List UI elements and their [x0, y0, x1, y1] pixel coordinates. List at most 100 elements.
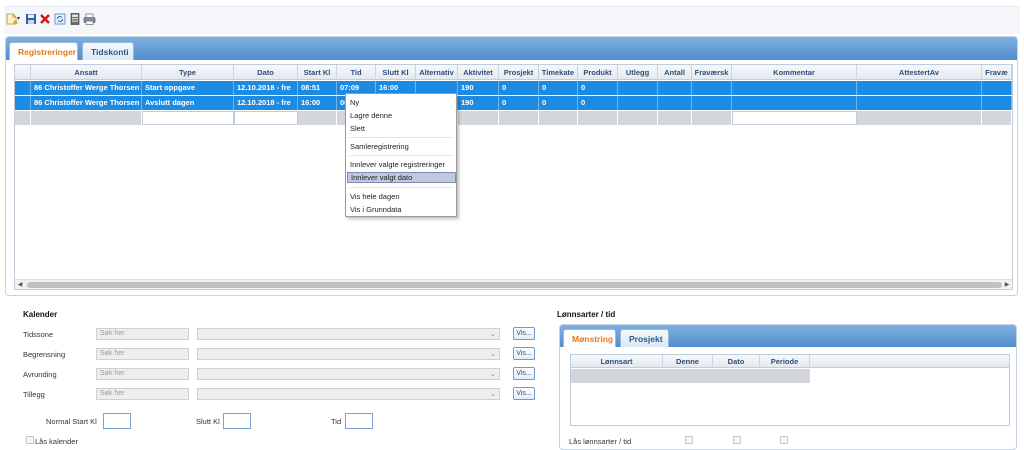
col-prosjekt[interactable]: Prosjekt	[499, 65, 539, 80]
cell-ansatt[interactable]: 86 Christoffer Werge Thorsen	[31, 96, 142, 110]
begrensning-vis-button[interactable]: Vis...	[513, 347, 535, 360]
col-start-kl[interactable]: Start Kl	[298, 65, 337, 80]
new-cell-prosjekt[interactable]	[499, 111, 539, 125]
new-cell-timekate[interactable]	[539, 111, 578, 125]
col-denne[interactable]: Denne	[663, 355, 713, 368]
menu-item-innlever-valgte[interactable]: Innlever valgte registreringer	[347, 159, 456, 170]
cell-start-kl[interactable]: 08:51	[298, 81, 337, 95]
col-antall[interactable]: Antall	[658, 65, 692, 80]
scroll-right-icon[interactable]: ▶	[1002, 280, 1012, 290]
normal-start-input[interactable]	[103, 413, 131, 429]
tab-registreringer[interactable]: Registreringer	[9, 42, 78, 60]
menu-item-innlever-valgt-dato[interactable]: Innlever valgt dato	[347, 172, 456, 183]
new-cell-start-kl[interactable]	[298, 111, 337, 125]
begrensning-select[interactable]: ⌄	[197, 348, 500, 360]
tillegg-vis-button[interactable]: Vis...	[513, 387, 535, 400]
tab-prosjekt[interactable]: Prosjekt	[620, 329, 669, 347]
lock-dato-checkbox[interactable]	[733, 436, 741, 444]
cell-kommentar[interactable]	[732, 81, 857, 95]
col-periode[interactable]: Periode	[760, 355, 810, 368]
cell-timekate[interactable]: 0	[539, 96, 578, 110]
menu-item-vis-i-grunndata[interactable]: Vis i Grunndata	[347, 204, 456, 215]
new-cell-fravaersk[interactable]	[692, 111, 732, 125]
slutt-kl-input[interactable]	[223, 413, 251, 429]
cell-kommentar[interactable]	[732, 96, 857, 110]
new-cell-ansatt[interactable]	[31, 111, 142, 125]
cell-aktivitet[interactable]: 190	[458, 81, 499, 95]
lock-periode-checkbox[interactable]	[780, 436, 788, 444]
col-timekate[interactable]: Timekate	[539, 65, 578, 80]
tidssone-search-input[interactable]: Søk her	[96, 328, 189, 340]
new-cell-fravae[interactable]	[982, 111, 1012, 125]
col-dato[interactable]: Dato	[713, 355, 760, 368]
col-alternativ[interactable]: Alternativ	[416, 65, 458, 80]
tab-tidskonti[interactable]: Tidskonti	[82, 42, 134, 60]
avrunding-search-input[interactable]: Søk her	[96, 368, 189, 380]
col-fravae[interactable]: Fravæ	[982, 65, 1012, 80]
menu-item-samleregistrering[interactable]: Samleregistrering	[347, 141, 456, 152]
cell-utlegg[interactable]	[618, 96, 658, 110]
new-cell-kommentar[interactable]	[732, 111, 857, 125]
lonnsarter-new-row[interactable]	[571, 369, 810, 383]
avrunding-select[interactable]: ⌄	[197, 368, 500, 380]
menu-item-vis-hele-dagen[interactable]: Vis hele dagen	[347, 191, 456, 202]
tab-monstring[interactable]: Mønstring	[563, 329, 616, 347]
cell-prosjekt[interactable]: 0	[499, 81, 539, 95]
tidssone-select[interactable]: ⌄	[197, 328, 500, 340]
row-selector[interactable]	[15, 111, 31, 125]
menu-item-ny[interactable]: Ny	[347, 97, 456, 108]
new-cell-utlegg[interactable]	[618, 111, 658, 125]
col-utlegg[interactable]: Utlegg	[618, 65, 658, 80]
row-selector[interactable]	[15, 96, 31, 110]
tidssone-vis-button[interactable]: Vis...	[513, 327, 535, 340]
tid-input[interactable]	[345, 413, 373, 429]
calculator-icon[interactable]	[69, 13, 80, 25]
cell-start-kl[interactable]: 16:00	[298, 96, 337, 110]
cell-attestertav[interactable]	[857, 81, 982, 95]
cell-dato[interactable]: 12.10.2018 - fre	[234, 81, 298, 95]
grid-horizontal-scrollbar[interactable]: ◀ ▶	[15, 279, 1012, 289]
cell-fravaersk[interactable]	[692, 81, 732, 95]
cell-antall[interactable]	[658, 96, 692, 110]
new-cell-type[interactable]	[142, 111, 234, 125]
new-cell-dato[interactable]	[234, 111, 298, 125]
col-type[interactable]: Type	[142, 65, 234, 80]
print-icon[interactable]	[83, 13, 96, 25]
tillegg-search-input[interactable]: Søk her	[96, 388, 189, 400]
new-cell-attestertav[interactable]	[857, 111, 982, 125]
cell-aktivitet[interactable]: 190	[458, 96, 499, 110]
cell-fravae[interactable]	[982, 81, 1012, 95]
begrensning-search-input[interactable]: Søk her	[96, 348, 189, 360]
col-tid[interactable]: Tid	[337, 65, 376, 80]
table-row[interactable]: 86 Christoffer Werge Thorsen Start oppga…	[15, 81, 1012, 95]
menu-item-slett[interactable]: Slett	[347, 123, 456, 134]
col-aktivitet[interactable]: Aktivitet	[458, 65, 499, 80]
col-kommentar[interactable]: Kommentar	[732, 65, 857, 80]
cell-antall[interactable]	[658, 81, 692, 95]
menu-item-lagre-denne[interactable]: Lagre denne	[347, 110, 456, 121]
cell-type[interactable]: Avslutt dagen	[142, 96, 234, 110]
new-cell-produkt[interactable]	[578, 111, 618, 125]
cell-prosjekt[interactable]: 0	[499, 96, 539, 110]
cell-produkt[interactable]: 0	[578, 81, 618, 95]
avrunding-vis-button[interactable]: Vis...	[513, 367, 535, 380]
row-selector[interactable]	[15, 81, 31, 95]
cell-dato[interactable]: 12.10.2018 - fre	[234, 96, 298, 110]
save-icon[interactable]	[25, 13, 36, 25]
tillegg-select[interactable]: ⌄	[197, 388, 500, 400]
col-ansatt[interactable]: Ansatt	[31, 65, 142, 80]
cell-produkt[interactable]: 0	[578, 96, 618, 110]
cell-timekate[interactable]: 0	[539, 81, 578, 95]
new-icon[interactable]	[6, 13, 18, 25]
new-cell-aktivitet[interactable]	[458, 111, 499, 125]
cell-attestertav[interactable]	[857, 96, 982, 110]
lock-denne-checkbox[interactable]	[685, 436, 693, 444]
table-row[interactable]: 86 Christoffer Werge Thorsen Avslutt dag…	[15, 96, 1012, 110]
cell-fravae[interactable]	[982, 96, 1012, 110]
col-lonnsart[interactable]: Lønnsart	[571, 355, 663, 368]
new-entry-row[interactable]	[15, 111, 1012, 125]
lock-kalender-checkbox[interactable]	[26, 436, 34, 444]
col-fravaersk[interactable]: Fraværsk	[692, 65, 732, 80]
col-attestertav[interactable]: AttestertAv	[857, 65, 982, 80]
new-cell-antall[interactable]	[658, 111, 692, 125]
